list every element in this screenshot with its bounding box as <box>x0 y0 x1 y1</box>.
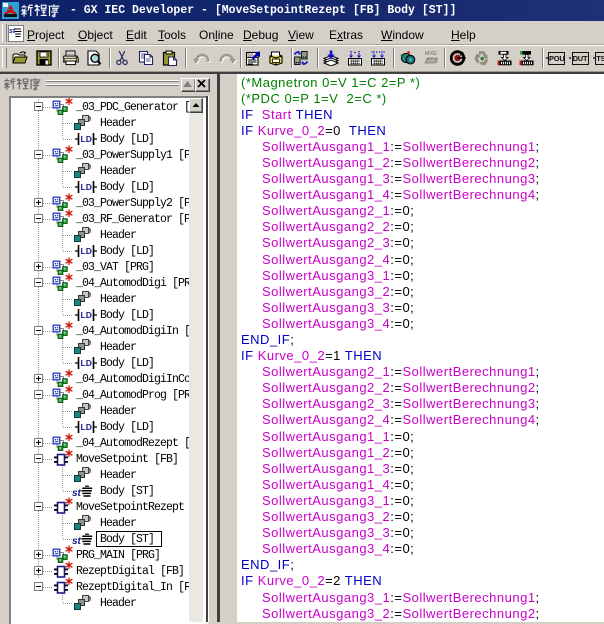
svg-text:LD: LD <box>81 310 92 320</box>
svg-text:LD: LD <box>81 246 92 256</box>
svg-text:LD: LD <box>81 182 92 192</box>
svg-text:MXE: MXE <box>425 51 437 57</box>
svg-text:st: st <box>72 488 82 499</box>
svg-text:st: st <box>72 536 82 547</box>
svg-text:LD: LD <box>81 134 92 144</box>
svg-text:LD: LD <box>81 358 92 368</box>
svg-text:LD: LD <box>81 422 92 432</box>
